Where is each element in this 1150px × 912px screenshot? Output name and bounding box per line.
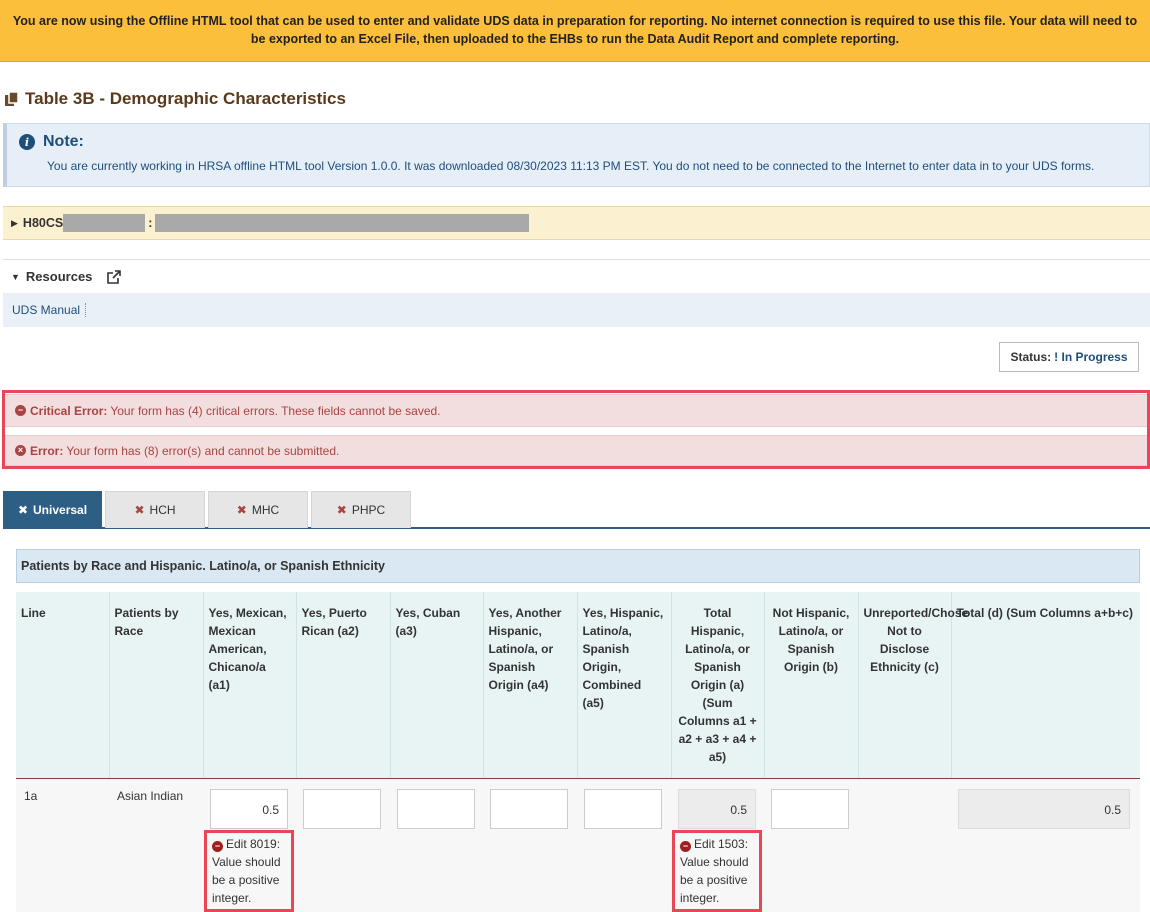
- c-cell: [858, 778, 951, 912]
- section-header: Patients by Race and Hispanic. Latino/a,…: [16, 549, 1140, 583]
- error-text: Your form has (8) error(s) and cannot be…: [66, 443, 340, 458]
- col-header-b: Not Hispanic, Latino/a, or Spanish Origi…: [763, 592, 858, 779]
- copy-icon: [5, 91, 19, 106]
- a1-input[interactable]: 0.5: [210, 788, 288, 829]
- status-badge: Status: ! In Progress: [999, 342, 1139, 372]
- col-header-a: Total Hispanic, Latino/a, or Spanish Ori…: [670, 592, 764, 779]
- resources-panel: ▼ Resources UDS Manual: [3, 259, 1150, 327]
- status-value: In Progress: [1061, 350, 1128, 364]
- a3-input[interactable]: [397, 788, 475, 829]
- tab-phpc[interactable]: ✖ PHPC: [311, 491, 411, 528]
- uds-manual-link[interactable]: UDS Manual: [12, 303, 87, 317]
- col-header-a3: Yes, Cuban (a3): [389, 592, 483, 779]
- status-alert-icon: !: [1054, 350, 1059, 364]
- tab-label: HCH: [149, 503, 176, 517]
- d-total-field: 0.5: [958, 788, 1130, 829]
- error-summary: − Critical Error: Your form has (4) crit…: [2, 390, 1150, 469]
- table-row: 1a Asian Indian 0.5 − Edit 8019: Value sh…: [16, 778, 1140, 912]
- caret-right-icon: ▶: [11, 217, 18, 228]
- tab-label: Universal: [33, 503, 88, 517]
- note-panel: i Note: You are currently working in HRS…: [3, 123, 1150, 187]
- tab-label: PHPC: [351, 503, 386, 517]
- col-header-line: Line: [16, 592, 109, 779]
- x-icon: ✖: [17, 503, 29, 517]
- table-header-row: Line Patients by Race Yes, Mexican, Mexi…: [16, 592, 1140, 779]
- info-icon: i: [19, 134, 35, 150]
- banner-text: You are now using the Offline HTML tool …: [12, 14, 1138, 46]
- minus-circle-icon: −: [680, 840, 691, 852]
- col-header-a4: Yes, Another Hispanic, Latino/a, or Span…: [482, 592, 577, 779]
- col-header-a5: Yes, Hispanic, Latino/a, Spanish Origin,…: [576, 592, 671, 779]
- race-label: Asian Indian: [109, 778, 203, 912]
- a-total-field: 0.5: [678, 788, 756, 829]
- form-tabs: ✖ Universal ✖ HCH ✖ MHC ✖ PHPC: [3, 491, 1150, 529]
- col-header-a2: Yes, Puerto Rican (a2): [295, 592, 390, 779]
- x-icon: ✖: [236, 503, 247, 517]
- demographics-table: Line Patients by Race Yes, Mexican, Mexi…: [16, 592, 1140, 912]
- critical-error-label: Critical Error:: [30, 403, 108, 418]
- tab-hch[interactable]: ✖ HCH: [105, 491, 205, 528]
- page-title: Table 3B - Demographic Characteristics: [3, 88, 346, 110]
- critical-error-alert: − Critical Error: Your form has (4) crit…: [5, 394, 1147, 427]
- edit-error-a1: − Edit 8019: Value should be a positive i…: [204, 829, 294, 912]
- tab-mhc[interactable]: ✖ MHC: [208, 491, 308, 528]
- resources-toggle[interactable]: ▼ Resources: [3, 260, 1150, 293]
- b-input[interactable]: [771, 788, 849, 829]
- offline-tool-banner: You are now using the Offline HTML tool …: [0, 0, 1150, 62]
- col-header-race: Patients by Race: [108, 592, 203, 779]
- page-title-text: Table 3B - Demographic Characteristics: [25, 89, 346, 108]
- error-alert: × Error: Your form has (8) error(s) and …: [5, 435, 1147, 466]
- a4-input[interactable]: [490, 788, 568, 829]
- col-header-c: Unreported/Chose Not to Disclose Ethnici…: [857, 592, 968, 779]
- redacted-grant-number: [63, 214, 146, 232]
- edit-error-a: − Edit 1503: Value should be a positive i…: [672, 829, 762, 912]
- tab-label: MHC: [251, 503, 280, 517]
- redacted-org-name: [155, 214, 530, 232]
- col-header-a1: Yes, Mexican, Mexican American, Chicano/…: [202, 592, 296, 779]
- a5-input[interactable]: [584, 788, 662, 829]
- org-grant-prefix: H80CS: [22, 216, 64, 230]
- critical-error-text: Your form has (4) critical errors. These…: [110, 403, 441, 418]
- x-circle-icon: ×: [15, 445, 26, 456]
- minus-circle-icon: −: [15, 405, 26, 416]
- org-separator: :: [148, 216, 153, 230]
- note-body: You are currently working in HRSA offlin…: [47, 159, 1095, 173]
- note-title: Note:: [43, 133, 84, 150]
- caret-down-icon: ▼: [11, 271, 20, 282]
- a2-input[interactable]: [303, 788, 381, 829]
- tab-universal[interactable]: ✖ Universal: [3, 491, 102, 528]
- status-label: Status:: [1010, 350, 1052, 364]
- x-icon: ✖: [336, 503, 347, 517]
- col-header-d: Total (d) (Sum Columns a+b+c): [950, 592, 1140, 779]
- resources-title: Resources: [25, 269, 93, 284]
- minus-circle-icon: −: [212, 840, 223, 852]
- error-label: Error:: [30, 443, 64, 458]
- organization-toggle[interactable]: ▶ H80CS :: [3, 206, 1150, 240]
- line-number: 1a: [16, 778, 109, 912]
- external-link-icon[interactable]: [106, 269, 122, 285]
- x-icon: ✖: [134, 503, 145, 517]
- section-title: Patients by Race and Hispanic. Latino/a,…: [21, 559, 385, 573]
